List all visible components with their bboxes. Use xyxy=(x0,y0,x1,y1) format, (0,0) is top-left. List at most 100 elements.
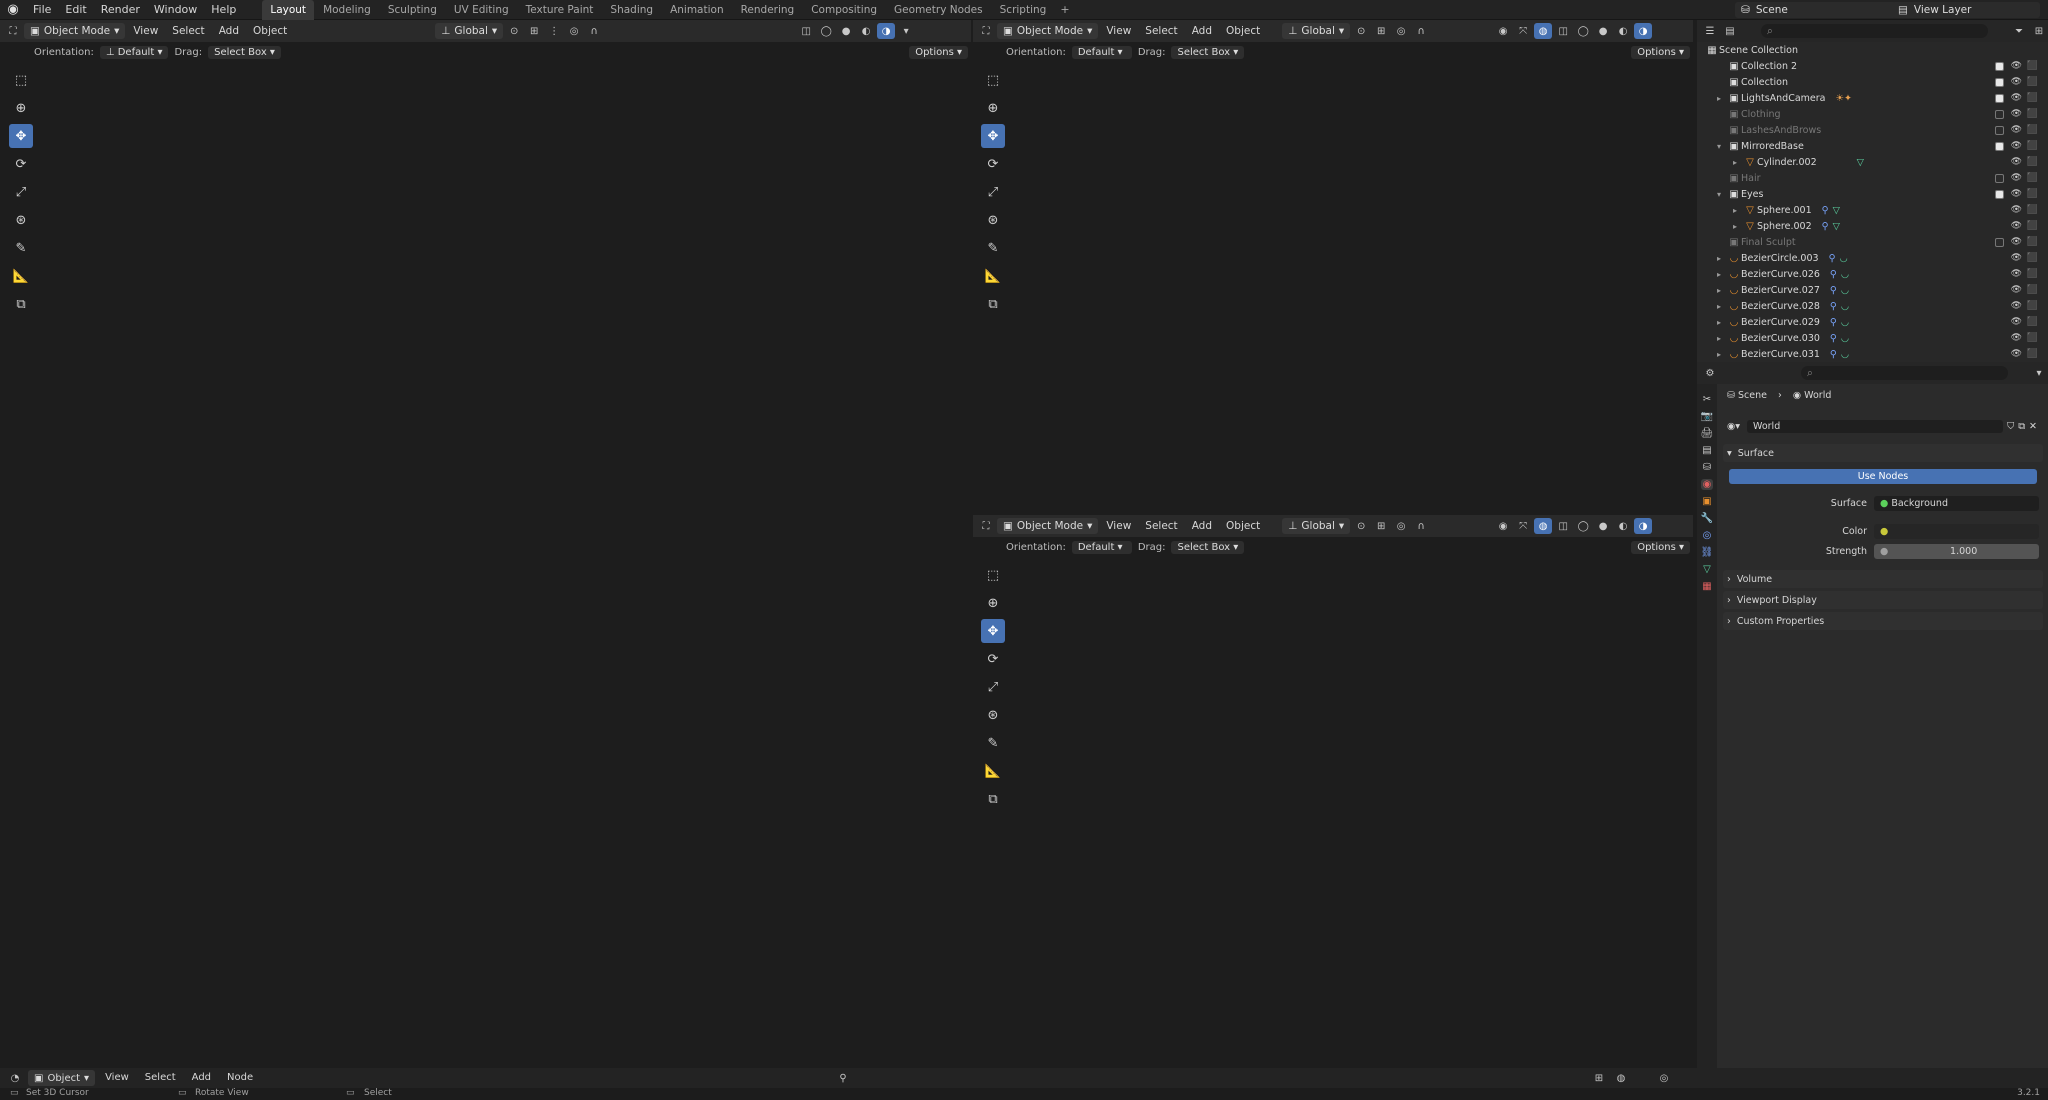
falloff-icon[interactable]: ∩ xyxy=(1412,518,1430,534)
eye-icon[interactable]: 👁 xyxy=(2011,301,2022,311)
menu-help[interactable]: Help xyxy=(204,0,243,20)
outliner-item[interactable]: ▸ ◡ BezierCircle.003 ⚲ ◡ 👁 ⬛ xyxy=(1697,250,2048,266)
exclude-checkbox[interactable] xyxy=(1995,237,2004,247)
area-light-icon[interactable] xyxy=(1589,636,1607,654)
menu-object[interactable]: Object xyxy=(1220,515,1266,537)
transform-orientation-dropdown[interactable]: ⊥ Global ▾ xyxy=(435,23,504,39)
outliner-item[interactable]: ▸ ▽ Sphere.002 ⚲ ▽ 👁 ⬛ xyxy=(1697,218,2048,234)
camera-icon[interactable]: ⬛ xyxy=(2027,349,2038,359)
outliner-item[interactable]: ▸ ◡ BezierCurve.027 ⚲ ◡ 👁 ⬛ xyxy=(1697,282,2048,298)
pivot-icon[interactable]: ⊙ xyxy=(1352,518,1370,534)
exclude-checkbox[interactable] xyxy=(1995,93,2004,103)
tab-uv-editing[interactable]: UV Editing xyxy=(446,0,517,20)
transform-orientation-dropdown[interactable]: ⊥ Global ▾ xyxy=(1282,23,1351,39)
surface-shader-field[interactable]: ● Background xyxy=(1874,496,2039,511)
eye-icon[interactable]: 👁 xyxy=(2011,173,2022,183)
world-selector[interactable]: ◉▾ World ⛉ ⧉ ✕ xyxy=(1727,418,2037,434)
drag-dropdown[interactable]: Select Box ▾ xyxy=(1171,45,1245,59)
display-mode-icon[interactable]: ▤ xyxy=(1721,23,1739,39)
tab-modeling[interactable]: Modeling xyxy=(315,0,379,20)
data-tab-icon[interactable]: ▽ xyxy=(1703,564,1711,575)
viewport-front-canvas[interactable]: Front Orthographic (148) Scene Collectio… xyxy=(973,557,1693,1066)
outliner-editor-icon[interactable]: ☰ xyxy=(1701,23,1719,39)
camera-icon[interactable]: ⬛ xyxy=(2027,61,2038,71)
orientation-dropdown[interactable]: ⊥ Default ▾ xyxy=(99,45,169,59)
options-button[interactable]: Options ▾ xyxy=(909,45,968,59)
xray-icon[interactable]: ◫ xyxy=(1554,518,1572,534)
filter-icon[interactable]: ⏷ xyxy=(2010,23,2028,39)
shading-solid-icon[interactable]: ● xyxy=(1594,23,1612,39)
eye-icon[interactable]: 👁 xyxy=(2011,125,2022,135)
options-button[interactable]: Options ▾ xyxy=(1631,45,1690,59)
drag-dropdown[interactable]: Select Box ▾ xyxy=(1171,540,1245,554)
eye-icon[interactable]: 👁 xyxy=(2011,317,2022,327)
eye-icon[interactable]: 👁 xyxy=(2011,157,2022,167)
eye-icon[interactable]: 👁 xyxy=(2011,93,2022,103)
physics-tab-icon[interactable]: ◎ xyxy=(1703,530,1712,541)
duplicate-icon[interactable]: ⧉ xyxy=(2018,421,2025,432)
select-box-tool-icon[interactable]: ⬚ xyxy=(9,68,33,92)
outliner-item[interactable]: ▸ ◡ BezierCurve.031 ⚲ ◡ 👁 ⬛ xyxy=(1697,346,2048,362)
camera-frustum[interactable] xyxy=(1524,861,1586,916)
camera-icon[interactable]: ⬛ xyxy=(2027,109,2038,119)
shading-rendered-icon[interactable]: ◑ xyxy=(877,23,896,39)
menu-view[interactable]: View xyxy=(1100,20,1137,42)
camera-icon[interactable]: ⬛ xyxy=(2027,125,2038,135)
pivot-icon[interactable]: ⊙ xyxy=(505,23,523,39)
menu-view[interactable]: View xyxy=(99,1067,135,1089)
snap-icon[interactable]: ⊞ xyxy=(525,23,543,39)
world-tab-icon[interactable]: ◉ xyxy=(1700,479,1714,490)
strength-field[interactable]: ● 1.000 xyxy=(1874,544,2039,559)
menu-object[interactable]: Object xyxy=(247,20,293,42)
view-options-icon[interactable]: ◎ xyxy=(1655,1070,1673,1086)
constraint-tab-icon[interactable]: ⛓ xyxy=(1701,547,1714,558)
menu-object[interactable]: Object xyxy=(1220,20,1266,42)
add-workspace-button[interactable]: + xyxy=(1054,3,1075,16)
world-browse-icon[interactable]: ◉▾ xyxy=(1727,421,1747,432)
pin-icon[interactable]: ⚲ xyxy=(834,1070,852,1086)
measure-tool-icon[interactable]: 📐 xyxy=(981,759,1005,783)
menu-select[interactable]: Select xyxy=(1139,515,1183,537)
outliner-item[interactable]: ▸ ▣ LightsAndCamera ☀✦ 👁 ⬛ xyxy=(1697,90,2048,106)
mode-dropdown[interactable]: ▣ Object Mode ▾ xyxy=(997,518,1099,534)
camera-icon[interactable]: ⬛ xyxy=(2027,141,2038,151)
viewport-left-canvas[interactable] xyxy=(0,42,971,1066)
camera-icon[interactable]: ⬛ xyxy=(2027,77,2038,87)
fake-user-icon[interactable]: ⛉ xyxy=(2007,421,2014,432)
view-layer-selector[interactable]: ▤ View Layer xyxy=(1892,2,2040,18)
mode-dropdown[interactable]: ▣ Object Mode ▾ xyxy=(997,23,1099,39)
scale-tool-icon[interactable]: ⤢ xyxy=(9,180,33,204)
outliner-item[interactable]: ▣ Collection 👁 ⬛ xyxy=(1697,74,2048,90)
outliner-item[interactable]: ▸ ◡ BezierCurve.026 ⚲ ◡ 👁 ⬛ xyxy=(1697,266,2048,282)
shading-material-icon[interactable]: ◐ xyxy=(1614,518,1632,534)
shading-solid-icon[interactable]: ● xyxy=(837,23,855,39)
volume-panel-header[interactable]: › Volume xyxy=(1723,570,2043,588)
move-tool-icon[interactable]: ✥ xyxy=(9,124,33,148)
menu-window[interactable]: Window xyxy=(147,0,204,20)
surface-panel-header[interactable]: ▾ Surface xyxy=(1723,444,2043,462)
measure-tool-icon[interactable]: 📐 xyxy=(9,264,33,288)
eye-icon[interactable]: 👁 xyxy=(2011,141,2022,151)
outliner-item[interactable]: ▸ ▽ Cylinder.002 ▽ 👁 ⬛ xyxy=(1697,154,2048,170)
properties-search-input[interactable]: ⌕ xyxy=(1801,366,2008,380)
eye-icon[interactable]: 👁 xyxy=(2011,237,2022,247)
cursor-tool-icon[interactable]: ⊕ xyxy=(981,591,1005,615)
annotate-tool-icon[interactable]: ✎ xyxy=(9,236,33,260)
outliner-item[interactable]: ▸ ◡ BezierCurve.028 ⚲ ◡ 👁 ⬛ xyxy=(1697,298,2048,314)
pivot-icon[interactable]: ⊙ xyxy=(1352,23,1370,39)
shading-options-icon[interactable]: ▾ xyxy=(897,23,915,39)
unlink-icon[interactable]: ✕ xyxy=(2029,421,2037,432)
outliner-item[interactable]: ▾ ▣ MirroredBase 👁 ⬛ xyxy=(1697,138,2048,154)
camera-icon[interactable]: ⬛ xyxy=(2027,301,2038,311)
tab-sculpting[interactable]: Sculpting xyxy=(380,0,445,20)
editor-type-icon[interactable]: ◔ xyxy=(6,1070,24,1086)
texture-tab-icon[interactable]: ▦ xyxy=(1702,581,1711,592)
outliner-item[interactable]: ▣ Collection 2 👁 ⬛ xyxy=(1697,58,2048,74)
use-nodes-button[interactable]: Use Nodes xyxy=(1729,469,2037,484)
camera-icon[interactable]: ⬛ xyxy=(2027,253,2038,263)
falloff-icon[interactable]: ∩ xyxy=(1412,23,1430,39)
snap-icon[interactable]: ⊞ xyxy=(1590,1070,1608,1086)
select-box-tool-icon[interactable]: ⬚ xyxy=(981,563,1005,587)
exclude-checkbox[interactable] xyxy=(1995,173,2004,183)
add-cube-tool-icon[interactable]: ⧉ xyxy=(981,787,1005,811)
